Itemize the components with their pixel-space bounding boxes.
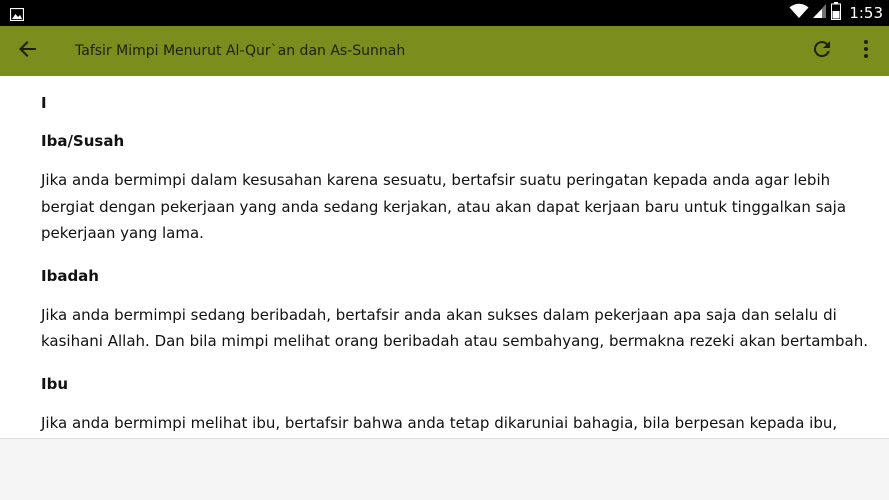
entry-title: Iba/Susah [41,132,125,150]
signal-icon [813,3,827,23]
letter-heading: I [41,94,47,112]
battery-icon [831,2,842,24]
entry-title: Ibu [41,374,68,393]
entry-text: Jika anda bermimpi melihat ibu, bertafsi… [41,413,838,432]
overflow-menu-button[interactable] [850,35,882,67]
app-title: Tafsir Mimpi Menurut Al-Qur`an dan As-Su… [75,43,406,59]
refresh-button[interactable] [806,35,838,67]
status-time: 1:53 [849,4,883,22]
back-button[interactable] [12,35,44,67]
status-bar: 1:53 [0,0,889,26]
refresh-icon [812,39,832,63]
arrow-back-icon [18,39,38,63]
status-icons: 1:53 [789,0,883,26]
article-body: I Iba/Susah Jika anda bermimpi dalam kes… [0,76,881,436]
image-icon [9,6,25,22]
wifi-icon [789,3,809,23]
entry-text: Jika anda bermimpi sedang beribadah, ber… [41,305,869,351]
more-vert-icon [863,39,869,63]
app-bar: Tafsir Mimpi Menurut Al-Qur`an dan As-Su… [0,26,889,76]
content-scroll-area[interactable]: I Iba/Susah Jika anda bermimpi dalam kes… [0,76,889,439]
entry-title: Ibadah [41,266,99,285]
entry-text: Jika anda bermimpi dalam kesusahan karen… [41,171,847,242]
